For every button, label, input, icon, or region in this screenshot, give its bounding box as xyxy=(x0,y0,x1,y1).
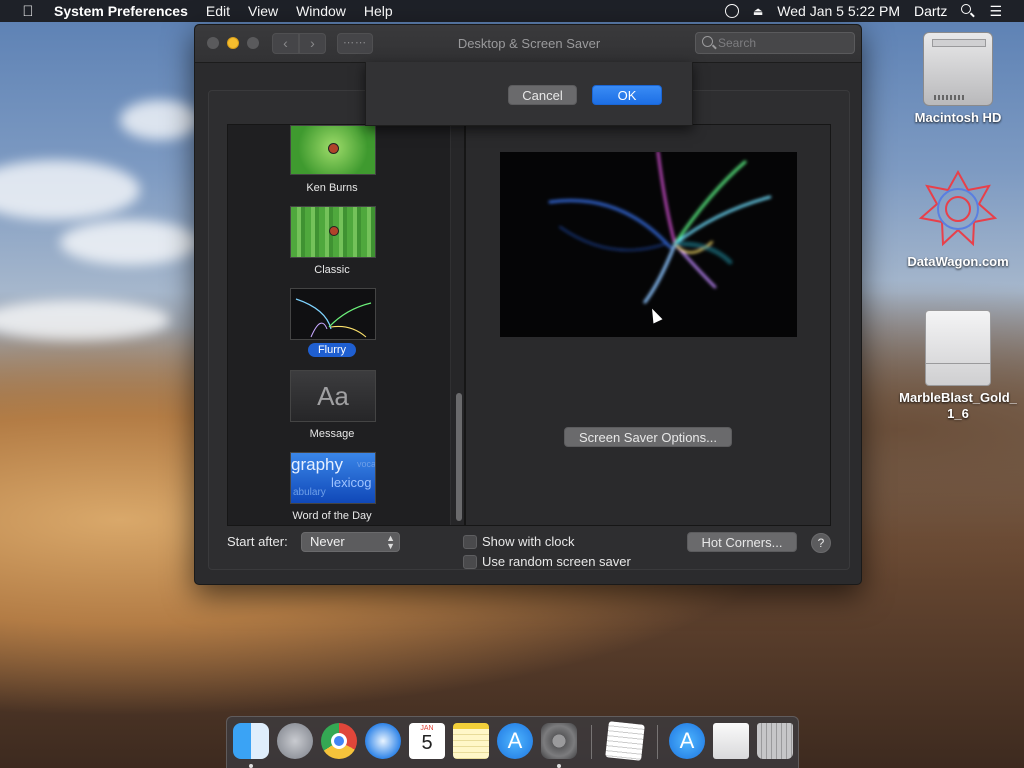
ok-button[interactable]: OK xyxy=(592,85,662,105)
list-item[interactable]: Classic xyxy=(228,206,436,278)
desktop-icon-macintosh-hd[interactable]: Macintosh HD xyxy=(898,32,1018,126)
cloud xyxy=(0,160,140,220)
show-with-clock-checkbox[interactable] xyxy=(463,535,477,549)
ladybug-icon xyxy=(329,144,338,153)
flurry-thumbnail-art xyxy=(295,298,372,338)
screen-saver-options-button[interactable]: Screen Saver Options... xyxy=(564,427,732,447)
chrome-icon[interactable] xyxy=(321,723,357,759)
desktop-icon-datawagon[interactable]: DataWagon.com xyxy=(898,168,1018,270)
system-preferences-icon[interactable] xyxy=(541,723,577,759)
spotlight-icon[interactable] xyxy=(961,4,976,18)
cancel-button[interactable]: Cancel xyxy=(508,85,577,105)
menu-window[interactable]: Window xyxy=(296,3,346,19)
thumb-word: abulary xyxy=(293,487,326,498)
calendar-day: 5 xyxy=(421,732,433,754)
start-after-label: Start after: xyxy=(227,534,288,549)
list-item[interactable]: Ken Burns xyxy=(228,125,436,197)
app-store-folder-icon[interactable]: A xyxy=(669,723,705,759)
screen-saver-list[interactable]: Ken Burns Classic Flurry Aa Message grap… xyxy=(227,124,465,526)
document-icon[interactable] xyxy=(713,723,749,759)
menu-user[interactable]: Dartz xyxy=(914,3,947,19)
menu-bar:  System Preferences Edit View Window He… xyxy=(0,0,1024,22)
datawagon-logo-art xyxy=(918,169,998,247)
random-screen-saver-checkbox[interactable] xyxy=(463,555,477,569)
app-store-icon[interactable]: A xyxy=(497,723,533,759)
desktop-icon-label: MarbleBlast_Gold_1_6 xyxy=(899,390,1017,421)
desktop-icon-label: DataWagon.com xyxy=(907,254,1009,269)
list-scrollbar[interactable] xyxy=(450,125,464,525)
running-indicator xyxy=(557,764,561,768)
list-item-selected[interactable]: Flurry xyxy=(228,288,436,360)
launchpad-icon[interactable] xyxy=(277,723,313,759)
thumb-word: lexicog xyxy=(331,475,372,490)
screen-saver-name: Message xyxy=(309,428,355,440)
screen-saver-preview xyxy=(500,152,797,337)
list-item[interactable]: graphy lexicog abulary voca Word of the … xyxy=(228,452,436,524)
trash-icon[interactable] xyxy=(757,723,793,759)
ladybug-icon xyxy=(330,227,338,235)
screen-saver-name-selected: Flurry xyxy=(228,343,436,357)
datawagon-logo-icon xyxy=(917,168,999,250)
menu-datetime[interactable]: Wed Jan 5 5:22 PM xyxy=(777,3,900,19)
menu-app-name[interactable]: System Preferences xyxy=(54,3,188,19)
notes-icon[interactable] xyxy=(453,723,489,759)
list-item[interactable]: Aa Message xyxy=(228,370,436,442)
notification-center-icon[interactable]: ☰ xyxy=(989,3,1002,20)
textedit-icon[interactable] xyxy=(605,721,645,761)
message-thumbnail: Aa xyxy=(290,370,376,422)
desktop-icon-label: Macintosh HD xyxy=(914,110,1002,125)
cloud xyxy=(0,300,170,340)
menu-help[interactable]: Help xyxy=(364,3,393,19)
cloud xyxy=(60,220,200,265)
menu-view[interactable]: View xyxy=(248,3,278,19)
screen-saver-name: Word of the Day xyxy=(292,510,372,522)
start-after-popup[interactable]: Never ▲ ▼ xyxy=(301,532,400,552)
show-with-clock-label[interactable]: Show with clock xyxy=(482,534,574,549)
search-placeholder: Search xyxy=(718,36,757,50)
finder-icon[interactable] xyxy=(233,723,269,759)
time-machine-icon[interactable] xyxy=(724,4,739,18)
sheet-dialog: Cancel OK xyxy=(365,62,693,126)
ken-burns-thumbnail xyxy=(290,125,376,175)
calendar-icon[interactable]: JAN 5 xyxy=(409,723,445,759)
random-screen-saver-label[interactable]: Use random screen saver xyxy=(482,554,631,569)
title-bar[interactable]: ‹ › ⋯⋯ Desktop & Screen Saver Search xyxy=(195,25,861,63)
dock-separator xyxy=(657,725,658,759)
disk-image-icon xyxy=(925,310,991,386)
dock: JAN 5 A A xyxy=(226,716,799,768)
screen-saver-name: Ken Burns xyxy=(306,182,358,194)
preview-pane: Screen Saver Options... xyxy=(465,124,831,526)
thumb-word: voca xyxy=(357,459,376,469)
start-after-value: Never xyxy=(310,534,345,549)
menu-edit[interactable]: Edit xyxy=(206,3,230,19)
dock-separator xyxy=(591,725,592,759)
screen-saver-name: Classic xyxy=(314,264,350,276)
chevron-updown-icon: ▲ ▼ xyxy=(386,533,395,551)
thumb-word: graphy xyxy=(291,455,343,474)
eject-icon[interactable]: ⏏ xyxy=(753,5,763,18)
classic-thumbnail xyxy=(290,206,376,258)
message-thumb-text: Aa xyxy=(317,381,349,411)
calendar-month: JAN xyxy=(420,725,434,732)
help-button[interactable]: ? xyxy=(811,533,831,553)
flurry-thumbnail xyxy=(290,288,376,340)
running-indicator xyxy=(249,764,253,768)
hard-drive-icon xyxy=(923,32,993,106)
safari-icon[interactable] xyxy=(365,723,401,759)
selected-label: Flurry xyxy=(307,343,357,357)
apple-menu-icon[interactable]:  xyxy=(20,3,36,20)
hot-corners-button[interactable]: Hot Corners... xyxy=(687,532,797,552)
scrollbar-thumb[interactable] xyxy=(456,393,462,521)
cloud xyxy=(120,100,200,140)
preferences-window: ‹ › ⋯⋯ Desktop & Screen Saver Search Ken… xyxy=(194,24,862,585)
search-field[interactable]: Search xyxy=(695,32,855,54)
word-of-the-day-thumbnail: graphy lexicog abulary voca xyxy=(290,452,376,504)
search-icon xyxy=(702,36,713,47)
desktop-icon-marbleblast[interactable]: MarbleBlast_Gold_1_6 xyxy=(898,310,1018,422)
